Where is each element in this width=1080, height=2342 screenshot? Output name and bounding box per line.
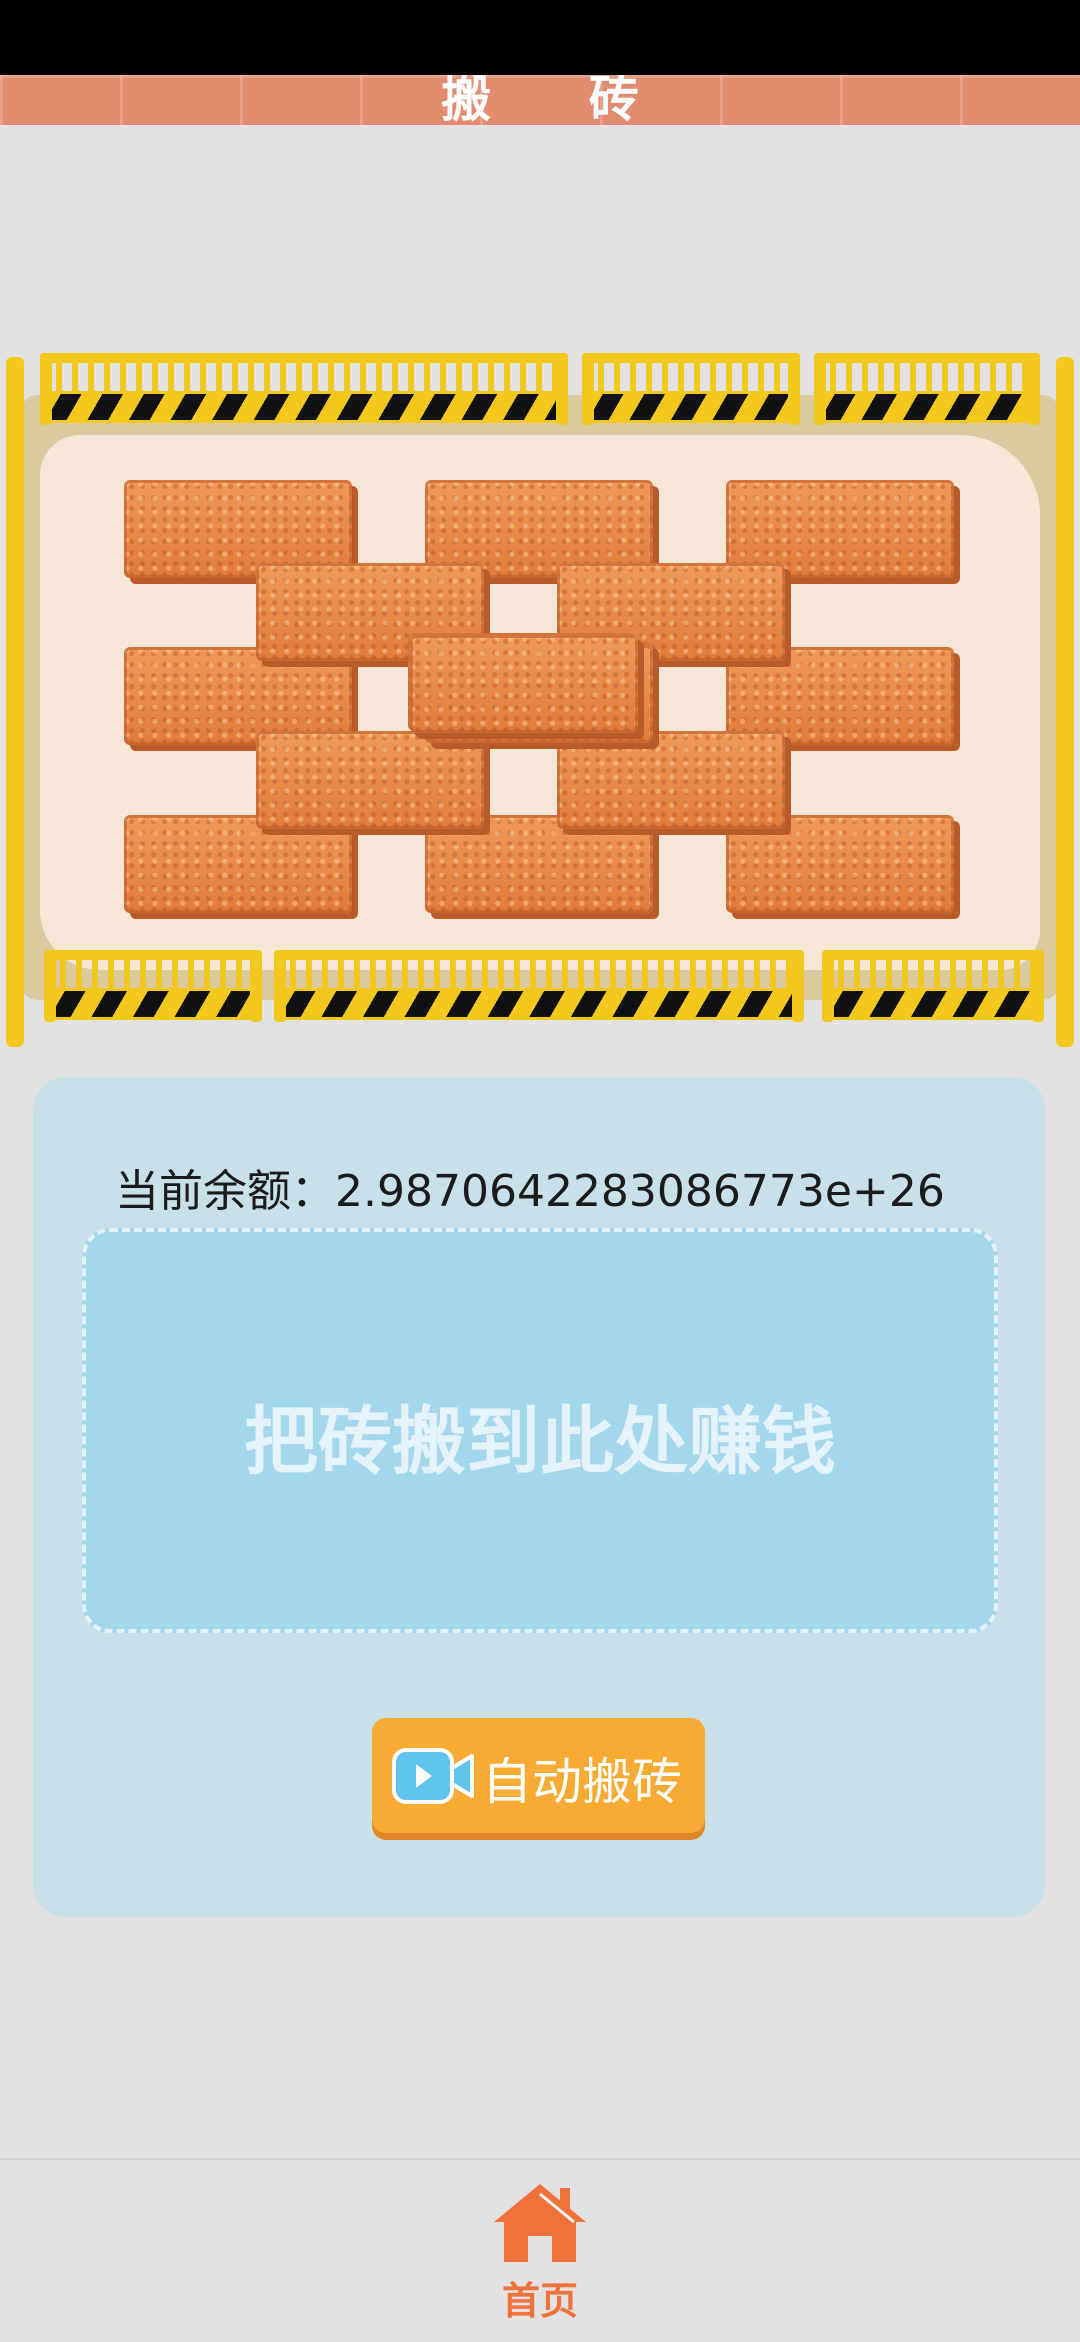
brick[interactable] bbox=[425, 815, 653, 913]
construction-site bbox=[0, 345, 1080, 1055]
auto-button-label: 自动搬砖 bbox=[482, 1753, 682, 1811]
top-barrier-2 bbox=[582, 353, 800, 425]
top-barrier-3 bbox=[814, 353, 1040, 425]
brick[interactable] bbox=[726, 815, 954, 913]
left-pole bbox=[6, 357, 24, 1047]
home-icon[interactable] bbox=[490, 2180, 590, 2264]
status-bar bbox=[0, 0, 1080, 75]
balance-text: 当前余额：2.9870642283086773e+26 bbox=[115, 1166, 945, 1217]
top-barrier-1 bbox=[40, 353, 568, 425]
header-bar: 搬 砖 bbox=[0, 75, 1080, 125]
brick[interactable] bbox=[557, 731, 785, 829]
brick[interactable] bbox=[256, 731, 484, 829]
bottom-barrier-3 bbox=[822, 950, 1044, 1022]
bottom-barrier-2 bbox=[274, 950, 804, 1022]
video-camera-icon bbox=[392, 1748, 474, 1804]
bottom-barrier-1 bbox=[44, 950, 262, 1022]
bottom-nav: 首页 bbox=[0, 2158, 1080, 2342]
page-title: 搬 砖 bbox=[441, 75, 679, 125]
right-pole bbox=[1056, 357, 1074, 1047]
brick[interactable] bbox=[410, 635, 638, 733]
brick[interactable] bbox=[124, 815, 352, 913]
nav-home-label[interactable]: 首页 bbox=[0, 2270, 1080, 2325]
drop-zone-hint: 把砖搬到此处赚钱 bbox=[244, 1399, 836, 1485]
auto-move-bricks-button[interactable]: 自动搬砖 bbox=[372, 1718, 705, 1833]
brick-drop-zone[interactable]: 把砖搬到此处赚钱 bbox=[82, 1228, 998, 1633]
